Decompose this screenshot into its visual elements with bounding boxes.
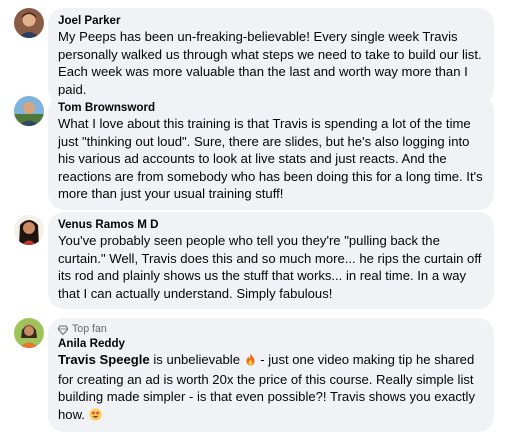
comment-author[interactable]: Tom Brownsword <box>58 100 484 115</box>
diamond-icon <box>58 325 68 335</box>
avatar[interactable] <box>14 215 44 245</box>
comment-text-part: is unbelievable <box>149 352 244 367</box>
comment-author[interactable]: Joel Parker <box>58 13 484 28</box>
avatar[interactable] <box>14 96 44 126</box>
comment-bubble: Top fan Anila Reddy Travis Speegle is un… <box>48 318 494 432</box>
badge-label: Top fan <box>72 323 107 335</box>
comment-bubble: Joel Parker My Peeps has been un-freakin… <box>48 8 494 105</box>
comment-text: My Peeps has been un-freaking-believable… <box>58 29 482 97</box>
comment-author[interactable]: Venus Ramos M D <box>58 217 484 232</box>
avatar-photo <box>14 215 44 245</box>
avatar-photo <box>14 8 44 38</box>
avatar[interactable] <box>14 8 44 38</box>
heart-eyes-icon <box>89 408 102 426</box>
comment-text: Travis Speegle is unbelievable - just on… <box>58 351 484 425</box>
fire-icon <box>244 353 257 371</box>
top-fan-badge: Top fan <box>58 323 484 336</box>
comment-text: What I love about this training is that … <box>58 116 483 201</box>
comment-bubble: Tom Brownsword What I love about this tr… <box>48 95 494 210</box>
mention-link[interactable]: Travis Speegle <box>58 352 150 367</box>
comment-text: You've probably seen people who tell you… <box>58 233 482 301</box>
avatar-photo <box>14 96 44 126</box>
comment-bubble: Venus Ramos M D You've probably seen peo… <box>48 212 494 309</box>
avatar-photo <box>14 318 44 348</box>
comment-author[interactable]: Anila Reddy <box>58 336 484 351</box>
avatar[interactable] <box>14 318 44 348</box>
